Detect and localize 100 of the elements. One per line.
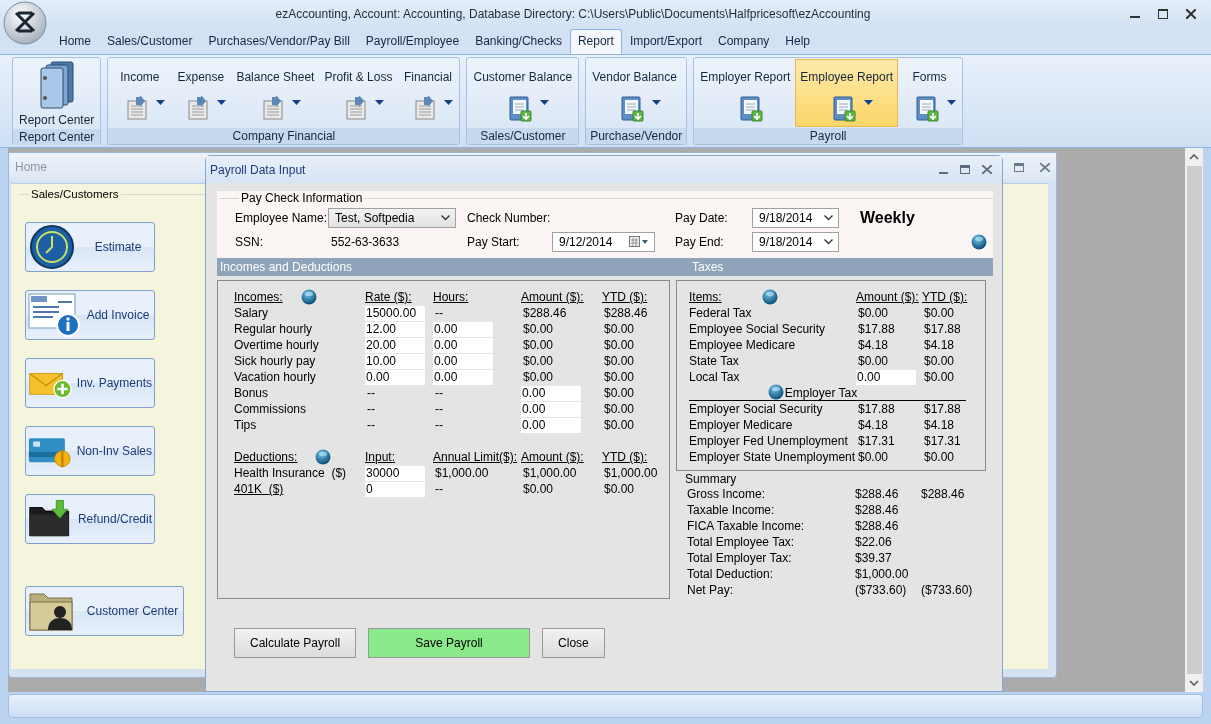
table-cell-text: $0.00 — [603, 402, 635, 416]
input-field[interactable]: 0.00 — [521, 401, 581, 417]
column-header: Amount ($): — [856, 290, 920, 304]
table-cell-text: $4.18 — [923, 418, 955, 432]
table-cell-text: $1,000.00 — [434, 466, 489, 480]
ribbon-button[interactable]: Employer Report — [695, 59, 796, 127]
menu-tab[interactable]: Import/Export — [621, 29, 710, 54]
dropdown-arrow-icon[interactable] — [217, 100, 227, 105]
input-field[interactable]: 30000 — [365, 465, 425, 481]
dialog-button[interactable]: Close — [542, 628, 605, 658]
shortcut-button[interactable]: Customer Center — [25, 586, 184, 636]
table-cell-text: $17.88 — [923, 402, 961, 416]
dropdown-arrow-icon[interactable] — [652, 100, 662, 105]
scrollbar[interactable] — [1185, 148, 1203, 692]
help-icon[interactable] — [971, 234, 987, 250]
menu-tab[interactable]: Payroll/Employee — [357, 29, 468, 54]
chevron-down-icon[interactable] — [824, 215, 833, 221]
ribbon-button[interactable]: Profit & Loss — [319, 59, 398, 127]
close-icon[interactable] — [1186, 9, 1196, 19]
shortcut-button[interactable]: Non-Inv Sales — [25, 426, 155, 476]
ribbon-button[interactable]: Income — [109, 59, 171, 127]
column-header: YTD ($): — [922, 290, 969, 304]
input-field[interactable]: 0.00 — [433, 369, 493, 385]
report-book-icon — [508, 96, 533, 122]
dropdown-arrow-icon[interactable] — [444, 100, 454, 105]
maximize-icon[interactable] — [960, 165, 970, 174]
dialog-button[interactable]: Save Payroll — [368, 628, 531, 658]
ribbon-button[interactable]: Employee Report — [795, 59, 898, 127]
shortcut-button[interactable]: Estimate — [25, 222, 155, 272]
help-icon[interactable] — [315, 449, 332, 465]
help-icon[interactable] — [761, 289, 778, 305]
dropdown-arrow-icon[interactable] — [540, 100, 550, 105]
ribbon-button[interactable]: Financial — [397, 59, 459, 127]
row-label: Health Insurance ($) — [234, 466, 348, 480]
input-field[interactable]: 12.00 — [365, 321, 425, 337]
menu-tab[interactable]: Help — [777, 29, 818, 54]
row-label: Employer State Unemployment — [689, 450, 856, 464]
menu-tab[interactable]: Banking/Checks — [467, 29, 570, 54]
input-field[interactable]: 0.00 — [365, 369, 425, 385]
date-picker[interactable]: 9/18/2014 — [752, 208, 839, 228]
summary-value: $288.46 — [855, 503, 900, 517]
shortcut-button[interactable]: Refund/Credit — [25, 494, 155, 544]
dialog-button[interactable]: Calculate Payroll — [234, 628, 357, 658]
input-field[interactable]: 0.00 — [433, 353, 493, 369]
table-cell-text: $0.00 — [522, 482, 554, 496]
table-cell-text: $17.88 — [857, 322, 895, 336]
dropdown-arrow-icon[interactable] — [291, 100, 301, 105]
menu-tab[interactable]: Sales/Customer — [99, 29, 201, 54]
report-sheet-icon — [414, 96, 437, 120]
chevron-down-icon[interactable] — [441, 215, 450, 221]
input-field[interactable]: 15000.00 — [365, 305, 425, 321]
ribbon-button[interactable]: Customer Balance — [468, 59, 578, 127]
deduction-link[interactable]: 401K ($) — [234, 482, 365, 496]
scroll-thumb[interactable] — [1186, 166, 1202, 674]
date-picker[interactable]: 9/18/2014 — [752, 232, 839, 252]
column-header: YTD ($): — [602, 450, 649, 464]
row-label: Employer Social Security — [689, 402, 824, 416]
column-header: Deductions: — [234, 450, 298, 464]
maximize-icon[interactable] — [1158, 9, 1168, 19]
help-icon[interactable] — [300, 289, 317, 305]
input-field[interactable]: 0 — [365, 481, 425, 497]
date-picker[interactable]: 9/12/2014 — [552, 232, 655, 252]
close-icon[interactable] — [982, 165, 992, 174]
ribbon-button[interactable]: Report Center — [14, 59, 100, 128]
report-sheet-icon — [126, 96, 149, 120]
input-field[interactable]: 10.00 — [365, 353, 425, 369]
report-book-icon — [832, 96, 857, 122]
input-field[interactable]: 0.00 — [433, 321, 493, 337]
summary-value: $288.46 — [855, 519, 900, 533]
input-field[interactable]: 0.00 — [433, 337, 493, 353]
ribbon-button[interactable]: Expense — [170, 59, 232, 127]
input-field[interactable]: 0.00 — [521, 385, 581, 401]
dropdown-arrow-icon[interactable] — [947, 100, 956, 105]
row-label: Overtime hourly — [234, 338, 320, 352]
menu-tab[interactable]: Company — [709, 29, 778, 54]
dropdown-arrow-icon[interactable] — [864, 100, 874, 105]
ribbon-button[interactable]: Balance Sheet — [231, 59, 320, 127]
table-cell-text: $1,000.00 — [603, 466, 658, 480]
ribbon-button[interactable]: Vendor Balance — [587, 59, 682, 127]
ribbon-button[interactable]: Forms — [898, 59, 961, 127]
shortcut-button[interactable]: Inv. Payments — [25, 358, 155, 408]
table-cell-text: $0.00 — [603, 418, 635, 432]
scroll-down-icon[interactable] — [1189, 680, 1199, 686]
dropdown-arrow-icon[interactable] — [156, 100, 166, 105]
input-field[interactable]: 20.00 — [365, 337, 425, 353]
menu-tab[interactable]: Home — [51, 29, 99, 54]
help-icon[interactable] — [767, 384, 784, 400]
menu-tab[interactable]: Report — [569, 29, 622, 54]
employee-dropdown[interactable]: Test, Softpedia — [328, 208, 456, 228]
dropdown-arrow-icon[interactable] — [374, 100, 384, 105]
calendar-icon[interactable] — [629, 236, 649, 248]
scroll-up-icon[interactable] — [1189, 154, 1199, 160]
chevron-down-icon[interactable] — [824, 239, 833, 245]
row-label: Salary — [234, 306, 269, 320]
menu-tab[interactable]: Purchases/Vendor/Pay Bill — [200, 29, 358, 54]
input-field[interactable]: 0.00 — [521, 417, 581, 433]
input-field[interactable]: 0.00 — [856, 369, 916, 385]
table-cell-text: $0.00 — [923, 306, 955, 320]
shortcut-button[interactable]: Add Invoice — [25, 290, 155, 340]
table-cell-text: $4.18 — [923, 338, 955, 352]
